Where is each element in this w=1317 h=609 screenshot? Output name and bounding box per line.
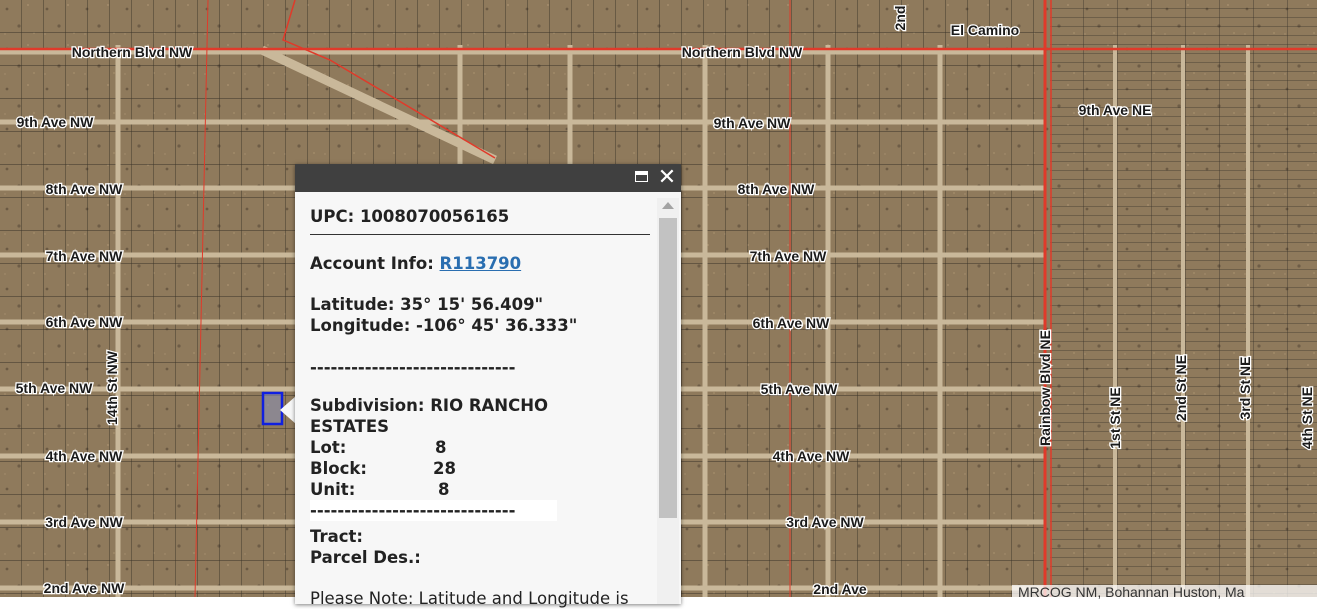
- scroll-up-icon[interactable]: [662, 202, 674, 209]
- unit-row: Unit: 8: [310, 479, 650, 500]
- subdivision-text: Subdivision: RIO RANCHO ESTATES: [310, 396, 549, 436]
- popup-header: ✕: [295, 164, 681, 192]
- parcel-info-popup: ✕ UPC: 1008070056165 Account Info: R1137…: [295, 164, 681, 608]
- street-label: 8th Ave NW: [46, 181, 124, 197]
- street-label: 2nd Ave: [813, 581, 867, 597]
- street-label: Rainbow Blvd NE: [1037, 330, 1053, 446]
- tract-label: Tract:: [310, 527, 363, 546]
- street-label: 6th Ave NW: [46, 314, 124, 330]
- longitude-text: Longitude: -106° 45' 36.333": [310, 316, 578, 335]
- maximize-button[interactable]: [634, 168, 651, 185]
- street-label: 4th St NE: [1299, 387, 1315, 449]
- lot-value: 8: [435, 438, 447, 457]
- maximize-icon: [635, 171, 648, 182]
- street-label: 9th Ave NW: [714, 115, 792, 131]
- street-label: 2nd Ave NW: [44, 580, 125, 596]
- street-label: 14th St NW: [104, 350, 120, 425]
- parcel-grid-north: [0, 0, 1045, 45]
- upc-row: UPC: 1008070056165: [310, 206, 650, 235]
- street-label: 8th Ave NW: [738, 181, 816, 197]
- block-value: 28: [433, 459, 456, 478]
- separator-bottom: ------------------------------: [310, 500, 557, 521]
- popup-pointer: [280, 396, 296, 424]
- scroll-thumb[interactable]: [659, 218, 677, 518]
- note-text: Please Note: Latitude and Longitude is: [310, 589, 629, 608]
- upc-value: 1008070056165: [359, 207, 510, 226]
- close-icon: ✕: [657, 165, 677, 190]
- street-label: El Camino: [951, 22, 1019, 38]
- lot-label: Lot:: [310, 438, 347, 457]
- street-label: 5th Ave NW: [761, 381, 839, 397]
- close-button[interactable]: ✕: [657, 165, 677, 190]
- lot-row: Lot: 8: [310, 437, 650, 458]
- street-label: 2nd: [892, 6, 908, 31]
- block-label: Block:: [310, 459, 367, 478]
- separator-bottom-wrap: ------------------------------: [310, 500, 650, 526]
- unit-value: 8: [438, 480, 450, 499]
- street-label: 3rd Ave NW: [45, 514, 123, 530]
- account-label: Account Info:: [310, 254, 434, 273]
- account-link[interactable]: R113790: [440, 254, 522, 273]
- unit-label: Unit:: [310, 480, 356, 499]
- separator-top: ------------------------------: [310, 358, 516, 377]
- street-label: 1st St NE: [1107, 387, 1123, 448]
- upc-label: UPC:: [310, 207, 355, 226]
- parcel-des-label: Parcel Des.:: [310, 548, 421, 567]
- street-label: 3rd Ave NW: [786, 514, 864, 530]
- street-label: 9th Ave NW: [17, 114, 95, 130]
- street-label: 4th Ave NW: [773, 448, 851, 464]
- street-label: Northern Blvd NW: [682, 44, 803, 60]
- street-label: 5th Ave NW: [16, 380, 94, 396]
- block-row: Block: 28: [310, 458, 650, 479]
- popup-content: UPC: 1008070056165 Account Info: R113790…: [310, 192, 650, 609]
- popup-scrollbar[interactable]: [657, 198, 679, 604]
- street-label: 6th Ave NW: [753, 315, 831, 331]
- latitude-text: Latitude: 35° 15' 56.409": [310, 295, 544, 314]
- street-label: 7th Ave NW: [750, 248, 828, 264]
- street-label: 3rd St NE: [1237, 356, 1253, 419]
- street-label: 7th Ave NW: [46, 248, 124, 264]
- street-label: Northern Blvd NW: [72, 44, 193, 60]
- street-label: 4th Ave NW: [46, 448, 124, 464]
- street-label: 9th Ave NE: [1079, 102, 1152, 118]
- street-label: 2nd St NE: [1173, 355, 1189, 421]
- account-row: Account Info: R113790: [310, 253, 650, 274]
